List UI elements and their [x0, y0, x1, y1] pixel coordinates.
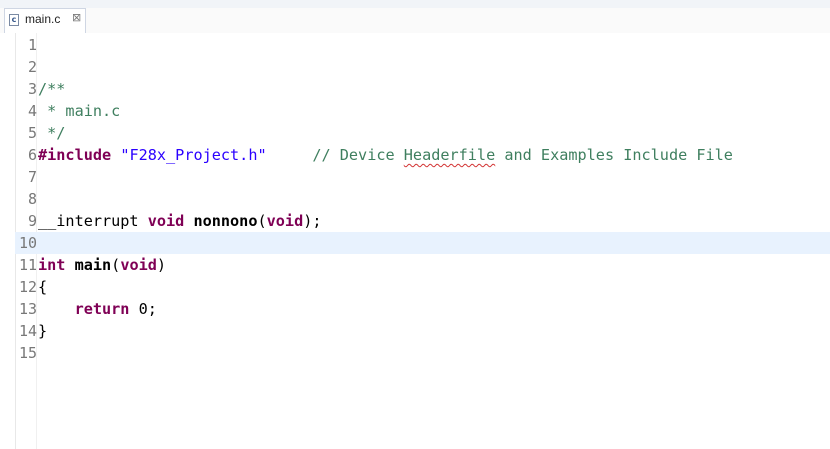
- function-name: nonnono: [193, 212, 258, 230]
- code-line[interactable]: 2: [15, 56, 830, 78]
- keyword: return: [74, 300, 130, 318]
- tab-main-c[interactable]: c main.c ⊠: [4, 8, 86, 33]
- paren: (: [111, 256, 121, 274]
- line-number: 4: [27, 102, 37, 120]
- code-line[interactable]: 1: [15, 34, 830, 56]
- line-code[interactable]: }: [38, 320, 47, 342]
- code-editor[interactable]: 1 2 3 /** 4 * main.c 5 */ 6 #include "F2…: [0, 33, 830, 449]
- line-code[interactable]: */: [38, 122, 65, 144]
- paren: );: [303, 212, 322, 230]
- line-code[interactable]: * main.c: [38, 100, 120, 122]
- tab-bar-strip: [0, 0, 830, 8]
- keyword: void: [266, 212, 304, 230]
- close-icon[interactable]: ⊠: [72, 11, 81, 24]
- include-string: "F28x_Project.h": [120, 146, 267, 164]
- code-line[interactable]: 8: [15, 188, 830, 210]
- line-number: 12: [18, 278, 37, 296]
- code-line[interactable]: 4 * main.c: [15, 100, 830, 122]
- line-code[interactable]: __interrupt void nonnono(void);: [38, 210, 322, 232]
- keyword: void: [147, 212, 185, 230]
- doc-comment-open: /**: [38, 80, 66, 98]
- code-line[interactable]: 11 int main(void): [15, 254, 830, 276]
- editor-tab-bar: c main.c ⊠: [0, 0, 830, 34]
- line-comment: and Examples Include File: [495, 146, 733, 164]
- line-number: 5: [27, 124, 37, 142]
- code-line[interactable]: 15: [15, 342, 830, 364]
- line-code[interactable]: /**: [38, 78, 65, 100]
- line-code[interactable]: #include "F28x_Project.h" // Device Head…: [38, 144, 733, 166]
- statement-rest: 0;: [129, 300, 157, 318]
- code-line[interactable]: 14 }: [15, 320, 830, 342]
- line-number: 2: [27, 58, 37, 76]
- line-number: 11: [18, 256, 37, 274]
- doc-comment-close: */: [38, 124, 66, 142]
- line-number: 3: [27, 80, 37, 98]
- line-number: 14: [18, 322, 37, 340]
- line-number: 6: [27, 146, 37, 164]
- keyword: int: [38, 256, 66, 274]
- include-directive: #include: [38, 146, 112, 164]
- paren: ): [156, 256, 167, 274]
- line-number: 13: [18, 300, 37, 318]
- line-number: 8: [27, 190, 37, 208]
- line-number: 10: [18, 234, 37, 252]
- function-name: main: [74, 256, 112, 274]
- line-number: 15: [18, 344, 37, 362]
- line-number: 9: [27, 212, 37, 230]
- line-code[interactable]: int main(void): [38, 254, 166, 276]
- misspelled-word[interactable]: Headerfile: [404, 146, 495, 164]
- line-code[interactable]: return 0;: [38, 298, 157, 320]
- interrupt-qualifier: __interrupt: [38, 212, 148, 230]
- tab-label: main.c: [25, 12, 61, 26]
- code-line[interactable]: 5 */: [15, 122, 830, 144]
- code-line[interactable]: 7: [15, 166, 830, 188]
- c-source-file-icon: c: [9, 14, 19, 26]
- line-number: 1: [27, 36, 37, 54]
- paren: (: [257, 212, 267, 230]
- code-line[interactable]: 6 #include "F28x_Project.h" // Device He…: [15, 144, 830, 166]
- code-line[interactable]: 13 return 0;: [15, 298, 830, 320]
- keyword: void: [120, 256, 157, 274]
- line-comment: // Device: [312, 146, 404, 164]
- overview-ruler: [0, 33, 16, 449]
- line-code[interactable]: {: [38, 276, 47, 298]
- code-line[interactable]: 3 /**: [15, 78, 830, 100]
- doc-comment-text: * main.c: [38, 102, 121, 120]
- code-line[interactable]: 12 {: [15, 276, 830, 298]
- line-number: 7: [27, 168, 37, 186]
- current-line[interactable]: 10: [15, 232, 830, 254]
- code-line[interactable]: 9 __interrupt void nonnono(void);: [15, 210, 830, 232]
